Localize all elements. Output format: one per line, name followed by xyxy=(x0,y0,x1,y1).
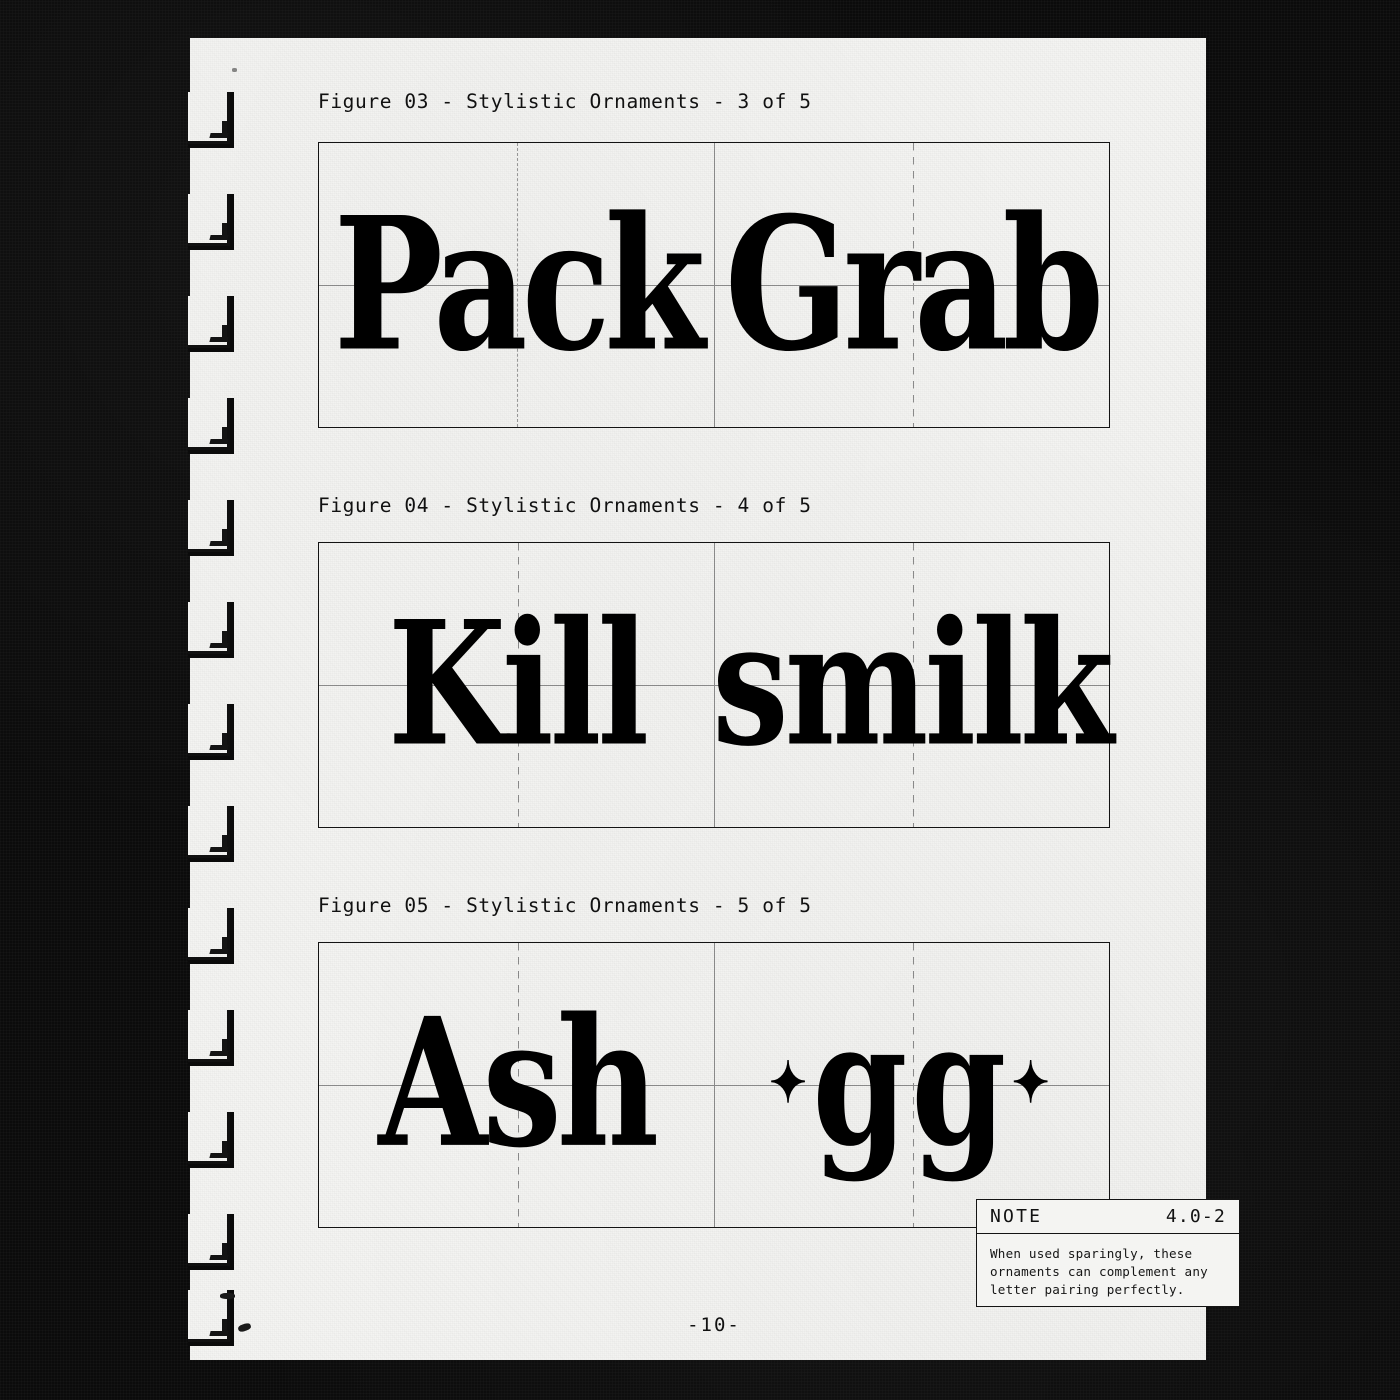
paper-speck xyxy=(232,68,237,72)
specimen-word: Ash xyxy=(378,980,659,1188)
specimen-cell[interactable]: Pack xyxy=(319,143,714,427)
specimen-cell[interactable]: Kill xyxy=(319,543,714,827)
specimen-word-text: gg xyxy=(812,984,1011,1185)
specimen-cell[interactable]: Ash xyxy=(319,943,714,1227)
binding-hole xyxy=(188,296,234,352)
binding-hole xyxy=(188,704,234,760)
figure-box-04: Kill smilk xyxy=(318,542,1114,828)
binding-hole xyxy=(188,1010,234,1066)
figure-caption-04: Figure 04 - Stylistic Ornaments - 4 of 5 xyxy=(318,494,812,517)
ornament-glyph-left: ✦ xyxy=(769,1049,811,1116)
note-title: NOTE xyxy=(990,1206,1043,1227)
note-body: When used sparingly, these ornaments can… xyxy=(977,1234,1239,1299)
binding-hole xyxy=(188,398,234,454)
specimen-word: Pack xyxy=(333,177,706,393)
specimen-cell[interactable]: smilk xyxy=(712,543,1114,827)
paper-speck xyxy=(220,1293,235,1299)
binding-hole xyxy=(188,806,234,862)
ornament-glyph-right: ✦ xyxy=(1012,1049,1054,1116)
specimen-cell[interactable]: ✦gg✦ xyxy=(714,943,1109,1227)
specimen-word: Kill xyxy=(387,584,649,785)
note-line-2: ornaments can complement any xyxy=(990,1263,1208,1279)
binding-hole xyxy=(188,602,234,658)
page-number: -10- xyxy=(687,1314,741,1336)
specimen-cell[interactable]: Grab xyxy=(714,143,1109,427)
paper-sheet: Figure 03 - Stylistic Ornaments - 3 of 5… xyxy=(188,38,1240,1360)
binding-hole xyxy=(188,92,234,148)
binding-hole xyxy=(188,500,234,556)
figure-box-05: Ash ✦gg✦ xyxy=(318,942,1110,1228)
binding-hole xyxy=(188,194,234,250)
figure-caption-05: Figure 05 - Stylistic Ornaments - 5 of 5 xyxy=(318,894,812,917)
specimen-word-ornamented: ✦gg✦ xyxy=(768,999,1056,1170)
binding-hole xyxy=(188,908,234,964)
note-line-3: letter pairing perfectly. xyxy=(990,1281,1185,1297)
note-line-1: When used sparingly, these xyxy=(990,1246,1193,1261)
sheet-content: Figure 03 - Stylistic Ornaments - 3 of 5… xyxy=(318,38,1240,1360)
page-stage: Figure 03 - Stylistic Ornaments - 3 of 5… xyxy=(0,0,1400,1400)
note-block: NOTE 4.0-2 When used sparingly, these or… xyxy=(976,1199,1240,1307)
figure-box-03: Pack Grab xyxy=(318,142,1110,428)
specimen-word: smilk xyxy=(712,584,1114,785)
note-code: 4.0-2 xyxy=(1165,1206,1226,1227)
binding-hole xyxy=(188,1214,234,1270)
specimen-word: Grab xyxy=(724,177,1104,393)
note-header: NOTE 4.0-2 xyxy=(977,1200,1239,1234)
figure-caption-03: Figure 03 - Stylistic Ornaments - 3 of 5 xyxy=(318,90,812,113)
binding-hole xyxy=(188,1112,234,1168)
binding-margin xyxy=(188,38,252,1360)
